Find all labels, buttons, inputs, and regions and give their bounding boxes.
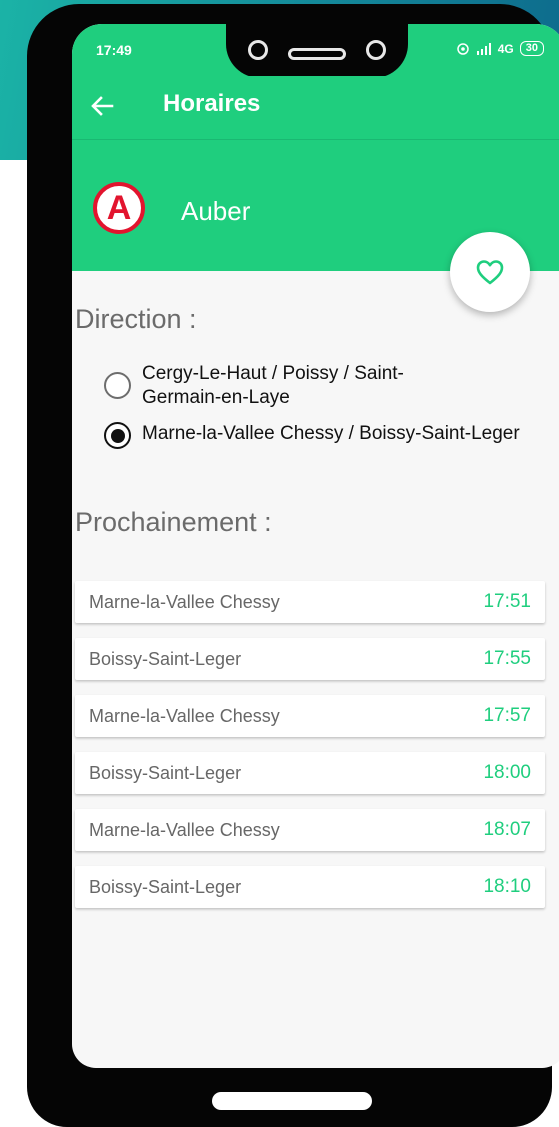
departure-row[interactable]: Marne-la-Vallee Chessy 17:51 xyxy=(75,581,545,623)
departure-time: 17:55 xyxy=(483,648,531,669)
home-indicator[interactable] xyxy=(212,1092,372,1110)
favorite-button[interactable] xyxy=(450,232,530,312)
back-button[interactable] xyxy=(86,90,118,122)
sensor-icon xyxy=(366,40,386,60)
departure-row[interactable]: Marne-la-Vallee Chessy 18:07 xyxy=(75,809,545,851)
page-title: Horaires xyxy=(163,90,261,117)
departure-time: 18:07 xyxy=(483,819,531,840)
departure-row[interactable]: Boissy-Saint-Leger 18:10 xyxy=(75,866,545,908)
departure-row[interactable]: Boissy-Saint-Leger 17:55 xyxy=(75,638,545,680)
speaker-icon xyxy=(288,48,346,60)
departure-time: 17:51 xyxy=(483,591,531,612)
status-time: 17:49 xyxy=(96,42,132,58)
departure-destination: Marne-la-Vallee Chessy xyxy=(89,820,280,840)
hotspot-icon xyxy=(456,42,469,55)
radio-unchecked-icon[interactable] xyxy=(104,372,131,399)
camera-notch xyxy=(226,24,408,78)
departure-time: 18:00 xyxy=(483,762,531,783)
direction-option-label: Cergy-Le-Haut / Poissy / Saint-Germain-e… xyxy=(142,363,404,408)
departures-list: Marne-la-Vallee Chessy 17:51 Boissy-Sain… xyxy=(75,581,545,923)
battery-icon: 30 xyxy=(519,41,544,56)
departure-destination: Boissy-Saint-Leger xyxy=(89,877,242,897)
radio-checked-icon[interactable] xyxy=(104,422,131,449)
departure-destination: Boissy-Saint-Leger xyxy=(89,763,242,783)
network-type: 4G xyxy=(497,41,514,56)
next-departures-label: Prochainement : xyxy=(75,507,272,537)
direction-option-marne[interactable]: Marne-la-Vallee Chessy / Boissy-Saint-Le… xyxy=(104,422,520,449)
departure-time: 18:10 xyxy=(483,876,531,897)
departure-destination: Marne-la-Vallee Chessy xyxy=(89,706,280,726)
departure-row[interactable]: Boissy-Saint-Leger 18:00 xyxy=(75,752,545,794)
app-bar: Horaires xyxy=(72,76,559,140)
battery-level: 30 xyxy=(525,42,538,54)
direction-option-cergy[interactable]: Cergy-Le-Haut / Poissy / Saint-Germain-e… xyxy=(104,362,442,410)
departure-time: 17:57 xyxy=(483,705,531,726)
arrow-left-icon xyxy=(91,96,114,116)
departure-destination: Marne-la-Vallee Chessy xyxy=(89,592,280,612)
phone-frame: 17:49 4G 30 Horaires A Auber Direction:… xyxy=(27,4,559,1127)
signal-icon xyxy=(476,42,491,55)
status-icons: 4G 30 xyxy=(456,41,544,56)
app-screen: 17:49 4G 30 Horaires A Auber Direction:… xyxy=(72,24,559,1068)
camera-icon xyxy=(248,40,268,60)
departure-destination: Boissy-Saint-Leger xyxy=(89,649,242,669)
station-name: Auber xyxy=(181,196,251,226)
direction-option-label: Marne-la-Vallee Chessy / Boissy-Saint-Le… xyxy=(142,423,520,444)
line-badge: A xyxy=(93,182,145,234)
line-letter: A xyxy=(106,188,132,227)
departure-row[interactable]: Marne-la-Vallee Chessy 17:57 xyxy=(75,695,545,737)
direction-label: Direction : xyxy=(75,304,197,334)
status-bar: 17:49 4G 30 xyxy=(72,24,559,78)
heart-icon xyxy=(476,260,504,285)
